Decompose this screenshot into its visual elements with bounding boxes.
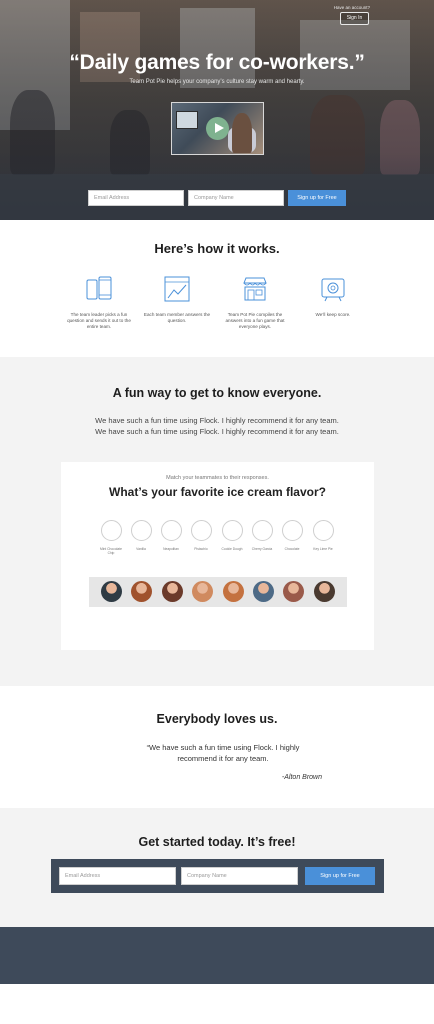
get-started-section: Get started today. It’s free! Email Addr… — [0, 808, 434, 927]
choice-slot[interactable]: Vanilla — [128, 520, 154, 551]
choice-slot[interactable]: Key Lime Pie — [310, 520, 336, 551]
hero-signup-button[interactable]: Sign up for Free — [288, 190, 346, 206]
drop-target-circle[interactable] — [160, 520, 182, 541]
choice-label: Pistachio — [194, 547, 208, 551]
phones-icon — [86, 276, 112, 300]
choice-label: Vanilla — [136, 547, 146, 551]
choice-slot[interactable]: Neapolitan — [158, 520, 184, 551]
choice-slot[interactable]: Cookie Dough — [219, 520, 245, 551]
choice-slot[interactable]: Chocolate — [279, 520, 305, 551]
hero-section: Have an account? Sign In “Daily games fo… — [0, 0, 434, 220]
storefront-icon — [243, 277, 267, 301]
choice-slot[interactable]: Cherry Garcia — [249, 520, 275, 551]
drop-target-circle[interactable] — [100, 520, 122, 541]
avatar[interactable] — [192, 581, 213, 602]
how-title: Here’s how it works. — [154, 241, 280, 256]
how-it-works-section: Here’s how it works. The team leader pic… — [0, 220, 434, 357]
teammate-avatar-strip — [89, 577, 347, 607]
choice-label: Cookie Dough — [221, 547, 243, 551]
step-3: Team Pot Pie compiles the answers into a… — [219, 275, 291, 330]
testimonial-title: Everybody loves us. — [156, 712, 278, 726]
avatar[interactable] — [283, 581, 304, 602]
drop-target-circle[interactable] — [190, 520, 212, 541]
choice-slot[interactable]: Mint Chocolate Chip — [98, 520, 124, 555]
drop-target-circle[interactable] — [281, 520, 303, 541]
step-1-text: The team leader picks a fun question and… — [67, 312, 131, 329]
choice-label: Cherry Garcia — [251, 547, 273, 551]
testimonial-author: -Alton Brown — [281, 774, 322, 781]
footer — [0, 927, 434, 984]
choice-slot[interactable]: Pistachio — [188, 520, 214, 551]
drop-target-circle[interactable] — [312, 520, 334, 541]
play-icon[interactable] — [206, 117, 229, 140]
game-instruction: Match your teammates to their responses. — [166, 475, 269, 481]
fun-way-section: A fun way to get to know everyone. We ha… — [0, 357, 434, 686]
hero-subtitle: Team Pot Pie helps your company’s cultur… — [129, 79, 305, 85]
drop-target-circle[interactable] — [221, 520, 243, 541]
hero-title: “Daily games for co-workers.” — [69, 51, 365, 74]
avatar[interactable] — [131, 581, 152, 602]
hero-company-input[interactable]: Company Name — [188, 190, 284, 206]
step-1: The team leader picks a fun question and… — [63, 275, 135, 330]
have-account-text: Have an account? — [333, 5, 370, 10]
choice-label: Chocolate — [284, 547, 300, 551]
drop-target-circle[interactable] — [251, 520, 273, 541]
testimonial-section: Everybody loves us. “We have such a fun … — [0, 686, 434, 808]
step-2: Each team member answers the question. — [141, 275, 213, 324]
step-2-text: Each team member answers the question. — [143, 312, 211, 323]
cta-signup-button[interactable]: Sign up for Free — [305, 867, 375, 885]
hero-email-input[interactable]: Email Address — [88, 190, 184, 206]
avatar[interactable] — [253, 581, 274, 602]
avatar[interactable] — [162, 581, 183, 602]
cta-email-input[interactable]: Email Address — [59, 867, 176, 885]
fun-description-line-2: We have such a fun time using Flock. I h… — [95, 427, 339, 436]
choice-label: Neapolitan — [163, 547, 179, 551]
intro-video[interactable] — [171, 102, 264, 155]
fun-title: A fun way to get to know everyone. — [112, 386, 322, 400]
chart-icon — [164, 276, 190, 302]
choice-label: Mint Chocolate Chip — [100, 547, 122, 555]
step-4: We’ll keep score. — [297, 275, 369, 318]
game-question: What’s your favorite ice cream flavor? — [109, 485, 326, 499]
fun-description: We have such a fun time using Flock. I h… — [0, 415, 434, 437]
testimonial-quote: “We have such a fun time using Flock. I … — [146, 743, 300, 763]
avatar[interactable] — [223, 581, 244, 602]
step-3-text: Team Pot Pie compiles the answers into a… — [225, 312, 285, 329]
game-preview-card: Match your teammates to their responses.… — [61, 462, 374, 650]
get-started-title: Get started today. It’s free! — [138, 835, 296, 849]
fun-description-line-1: We have such a fun time using Flock. I h… — [95, 416, 339, 425]
avatar[interactable] — [314, 581, 335, 602]
avatar[interactable] — [101, 581, 122, 602]
signup-form-band: Email Address Company Name Sign up for F… — [51, 859, 384, 893]
cta-company-input[interactable]: Company Name — [181, 867, 298, 885]
drop-target-circle[interactable] — [130, 520, 152, 541]
sign-in-button[interactable]: Sign In — [340, 12, 369, 25]
score-icon — [321, 278, 345, 302]
choice-label: Key Lime Pie — [313, 547, 333, 551]
step-4-text: We’ll keep score. — [315, 312, 351, 317]
